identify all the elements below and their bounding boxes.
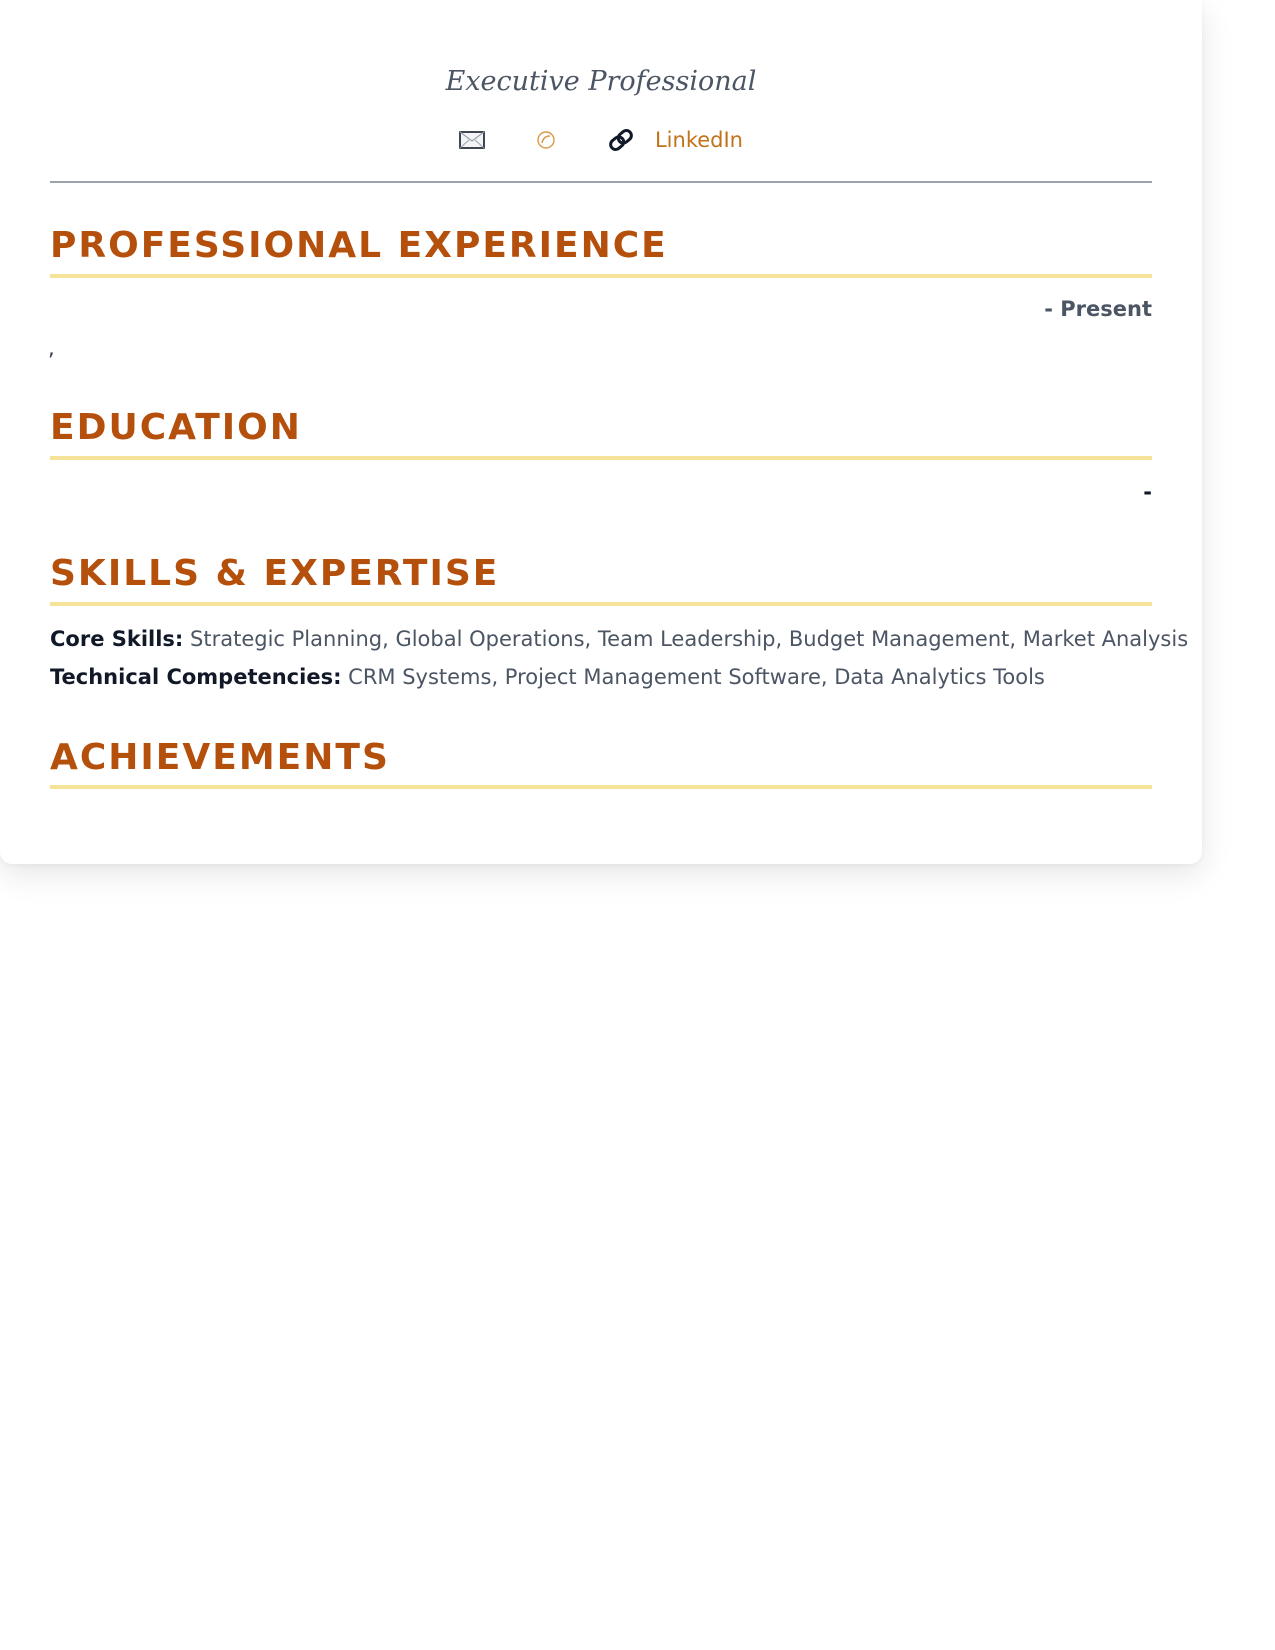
section-rule-education — [50, 456, 1152, 460]
section-rule-skills — [50, 602, 1152, 606]
technical-competencies-value: CRM Systems, Project Management Software… — [348, 665, 1045, 689]
header-divider — [50, 181, 1152, 183]
link-icon — [607, 126, 635, 154]
experience-location: , — [48, 336, 55, 360]
phone-icon — [535, 129, 557, 151]
education-date-range: - — [1143, 480, 1152, 504]
email-contact[interactable] — [459, 130, 485, 150]
linkedin-contact[interactable]: LinkedIn — [607, 126, 743, 154]
phone-contact[interactable] — [535, 129, 557, 151]
section-rule-achievements — [50, 785, 1152, 789]
envelope-icon — [459, 130, 485, 150]
core-skills-label: Core Skills: — [50, 627, 184, 651]
section-title-achievements: ACHIEVEMENTS — [50, 737, 390, 778]
section-rule-experience — [50, 274, 1152, 278]
section-title-skills: SKILLS & EXPERTISE — [50, 553, 500, 594]
experience-date-range: - Present — [1044, 297, 1152, 321]
core-skills-line: Core Skills: Strategic Planning, Global … — [50, 624, 1188, 654]
tagline: Executive Professional — [445, 66, 757, 97]
core-skills-value: Strategic Planning, Global Operations, T… — [190, 627, 1189, 651]
technical-competencies-line: Technical Competencies: CRM Systems, Pro… — [50, 662, 1152, 692]
resume-card: Executive Professional LinkedIn PROFESSI… — [0, 0, 1202, 864]
contact-row: LinkedIn — [0, 122, 1202, 158]
section-title-experience: PROFESSIONAL EXPERIENCE — [50, 225, 668, 266]
linkedin-link[interactable]: LinkedIn — [655, 128, 743, 152]
section-title-education: EDUCATION — [50, 407, 302, 448]
technical-competencies-label: Technical Competencies: — [50, 665, 342, 689]
